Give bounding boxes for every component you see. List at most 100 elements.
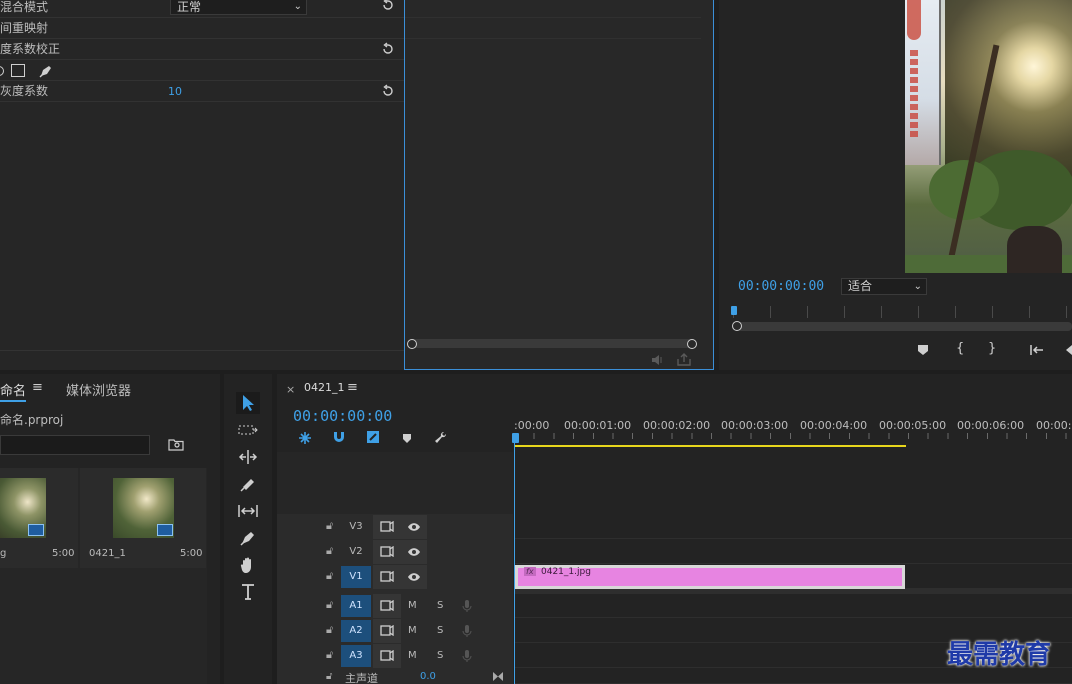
pen-mask-icon[interactable] — [38, 63, 54, 79]
solo-button[interactable]: S — [437, 625, 443, 636]
blend-mode-label: 混合模式 — [0, 0, 49, 14]
sync-lock-icon[interactable] — [373, 515, 401, 539]
sync-lock-icon[interactable] — [373, 619, 401, 643]
track-header-a3: 🔓︎ A3 M S — [277, 644, 513, 668]
blend-mode-row: 混合模式 正常 ⌄ — [0, 0, 404, 18]
track-target-a2[interactable]: A2 — [341, 620, 371, 642]
track-target-a1[interactable]: A1 — [341, 595, 371, 617]
mute-button[interactable]: M — [408, 600, 417, 611]
monitor-zoom-bar[interactable] — [737, 322, 1072, 331]
lock-icon[interactable]: 🔓︎ — [326, 544, 333, 558]
track-select-tool-button[interactable] — [236, 419, 260, 441]
snap-magnet-icon[interactable] — [332, 430, 346, 444]
type-icon — [242, 584, 254, 600]
panel-menu-icon[interactable]: ≡ — [32, 380, 43, 395]
monitor-ruler[interactable] — [733, 306, 1072, 318]
selection-tool-button[interactable] — [236, 392, 260, 414]
type-tool-button[interactable] — [236, 581, 260, 603]
sequence-timecode[interactable]: 00:00:00:00 — [293, 407, 392, 425]
export-icon[interactable] — [677, 353, 691, 366]
solo-button[interactable]: S — [437, 650, 443, 661]
video-frame[interactable] — [905, 0, 1072, 273]
track-lane-v3[interactable] — [514, 515, 1072, 539]
pen-tool-button[interactable] — [236, 527, 260, 549]
lock-icon[interactable]: 🔓︎ — [326, 623, 333, 637]
mask-tools-row — [0, 60, 404, 81]
reset-icon[interactable] — [381, 42, 395, 56]
mute-button[interactable]: M — [408, 625, 417, 636]
lock-icon[interactable]: 🔓︎ — [326, 648, 333, 662]
reset-icon[interactable] — [381, 84, 395, 98]
gray-coefficient-value[interactable]: 10 — [168, 81, 182, 102]
sync-lock-icon[interactable] — [373, 644, 401, 668]
track-lane-v2[interactable] — [514, 540, 1072, 564]
track-select-icon — [238, 425, 258, 435]
tab-project[interactable]: 命名 — [0, 380, 26, 399]
rectangle-mask-icon[interactable] — [11, 64, 25, 77]
gamma-label[interactable]: 度系数校正 — [0, 39, 60, 60]
go-to-in-icon[interactable] — [1029, 344, 1045, 356]
tab-sequence[interactable]: 0421_1 — [304, 381, 345, 394]
razor-tool-button[interactable] — [236, 473, 260, 495]
step-back-icon[interactable] — [1064, 344, 1072, 356]
timeline-scrollbar[interactable] — [409, 339, 697, 348]
program-timecode[interactable]: 00:00:00:00 — [738, 279, 824, 294]
track-target-v1[interactable]: V1 — [341, 566, 371, 588]
razor-icon — [240, 479, 254, 492]
lock-icon[interactable]: 🔓︎ — [326, 598, 333, 612]
media-item[interactable]: 0421_1 5:00 — [80, 468, 206, 568]
track-target-v3[interactable]: V3 — [341, 516, 371, 538]
search-bin-icon[interactable] — [168, 438, 184, 451]
mute-button[interactable]: M — [408, 650, 417, 661]
add-marker-icon[interactable] — [917, 344, 929, 356]
audio-icon[interactable] — [651, 354, 665, 366]
master-volume-value[interactable]: 0.0 — [420, 671, 436, 682]
sync-lock-icon[interactable] — [373, 594, 401, 618]
sync-lock-icon[interactable] — [373, 565, 401, 589]
ripple-edit-tool-button[interactable] — [236, 446, 260, 468]
tab-media-browser[interactable]: 媒体浏览器 — [66, 380, 131, 399]
solo-button[interactable]: S — [437, 600, 443, 611]
hand-tool-button[interactable] — [236, 554, 260, 576]
add-marker-icon[interactable] — [402, 433, 412, 444]
media-item-duration: 5:00 — [180, 548, 203, 559]
track-lane-a1[interactable] — [514, 594, 1072, 618]
video-clip[interactable]: fx 0421_1.jpg — [515, 565, 905, 589]
work-area-bar[interactable] — [514, 445, 906, 447]
scroll-handle-right[interactable] — [687, 339, 697, 349]
lock-icon[interactable]: 🔓︎ — [326, 519, 333, 533]
mark-out-icon[interactable]: } — [988, 341, 996, 356]
time-remap-label[interactable]: 间重映射 — [0, 18, 48, 39]
microphone-icon[interactable] — [462, 624, 472, 638]
track-target-a3[interactable]: A3 — [341, 645, 371, 667]
toggle-output-icon[interactable] — [401, 540, 427, 564]
clip-fx-badge[interactable]: fx — [524, 567, 536, 576]
microphone-icon[interactable] — [462, 599, 472, 613]
settings-wrench-icon[interactable] — [434, 431, 448, 445]
microphone-icon[interactable] — [462, 649, 472, 663]
toggle-output-icon[interactable] — [401, 565, 427, 589]
lock-icon[interactable]: 🔓︎ — [326, 671, 332, 682]
search-input[interactable] — [0, 435, 150, 455]
linked-selection-icon[interactable] — [366, 430, 380, 444]
scroll-handle-left[interactable] — [407, 339, 417, 349]
sync-lock-icon[interactable] — [373, 540, 401, 564]
reset-icon[interactable] — [381, 0, 395, 12]
zoom-handle-left[interactable] — [732, 321, 742, 331]
blend-mode-dropdown[interactable]: 正常 ⌄ — [170, 0, 307, 15]
close-icon[interactable]: × — [286, 383, 295, 396]
panel-menu-icon[interactable]: ≡ — [347, 380, 358, 395]
monitor-playhead[interactable] — [731, 306, 737, 315]
ellipse-mask-icon[interactable] — [0, 66, 4, 76]
playhead-marker[interactable] — [512, 433, 519, 443]
mark-in-icon[interactable]: { — [956, 341, 964, 356]
media-item[interactable]: g 5:00 — [0, 468, 78, 568]
ruler-label: 00:00:01:00 — [564, 419, 632, 432]
snap-in-nest-icon[interactable] — [297, 430, 313, 446]
fit-dropdown[interactable]: 适合 ⌄ — [841, 278, 927, 295]
track-target-v2[interactable]: V2 — [341, 541, 371, 563]
slip-tool-button[interactable] — [236, 500, 260, 522]
go-to-end-icon[interactable] — [492, 671, 504, 682]
toggle-output-icon[interactable] — [401, 515, 427, 539]
lock-icon[interactable]: 🔓︎ — [326, 569, 333, 583]
